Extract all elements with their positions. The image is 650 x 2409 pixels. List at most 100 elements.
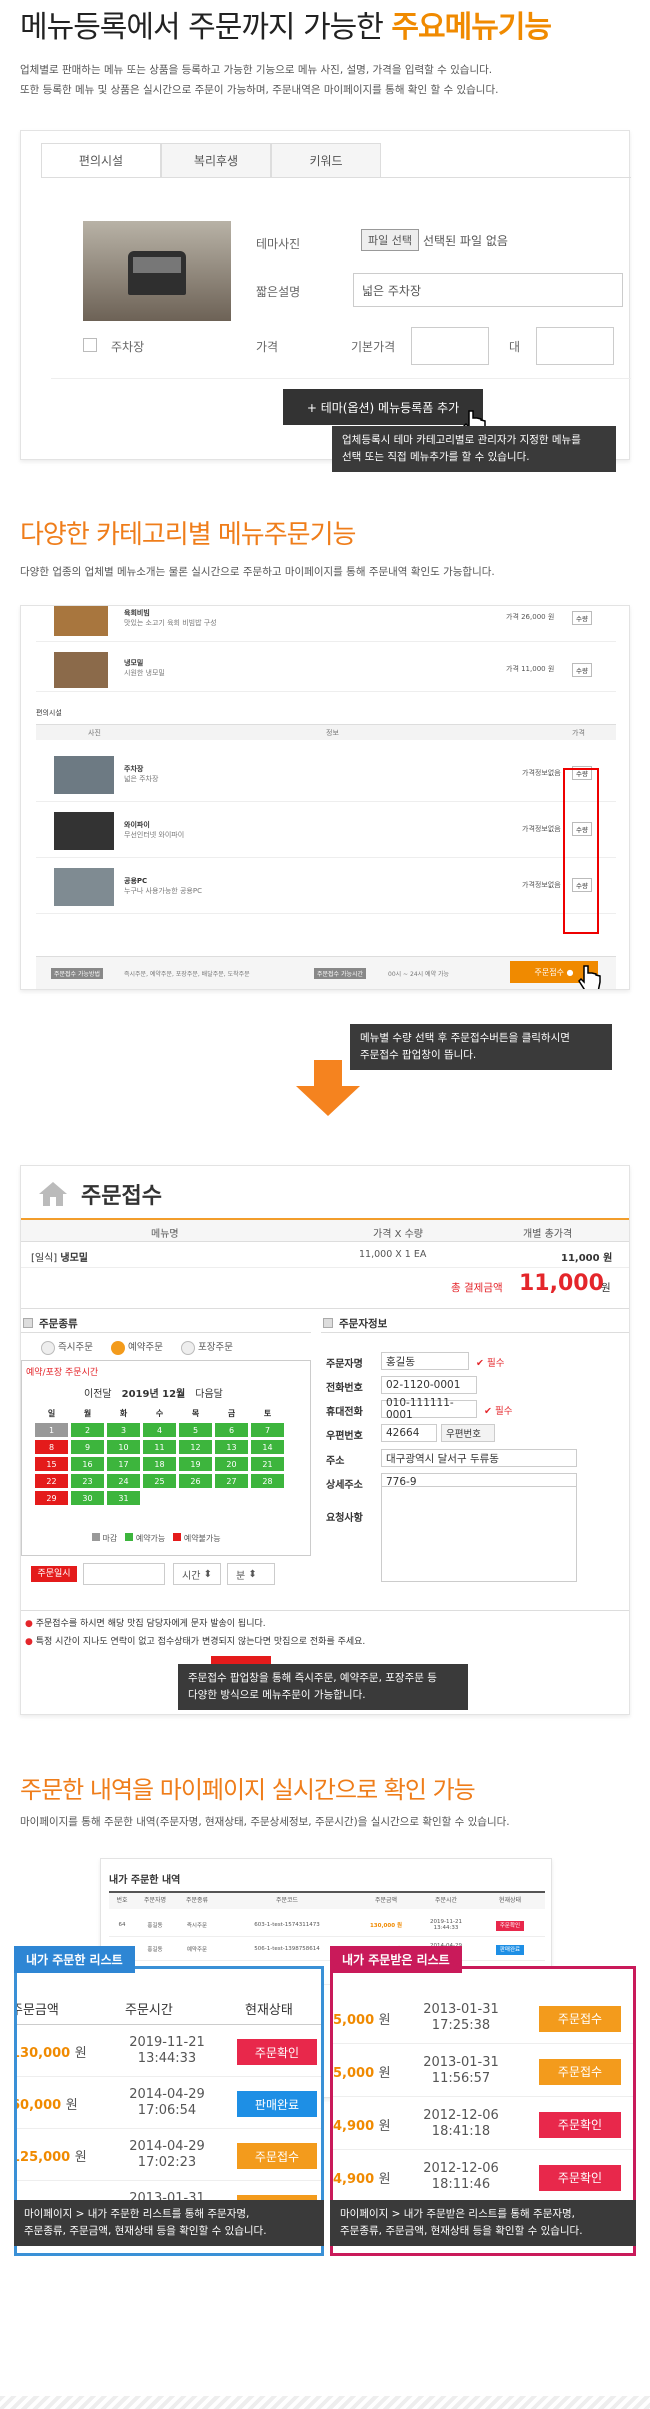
calendar-day[interactable]: 11 — [143, 1440, 176, 1454]
radio-reserve[interactable]: 예약주문 — [111, 1339, 163, 1355]
calendar-day[interactable]: 14 — [251, 1440, 284, 1454]
calendar-day[interactable]: 2 — [71, 1423, 104, 1437]
status-button[interactable]: 주문확인 — [237, 2039, 317, 2065]
weekday-header: 화 — [119, 1408, 128, 1418]
field-input[interactable]: 02-1120-0001 — [381, 1376, 477, 1394]
status-button[interactable]: 주문확인 — [539, 2111, 621, 2138]
down-arrow-icon — [296, 1060, 360, 1116]
calendar-day[interactable]: 5 — [179, 1423, 212, 1437]
calendar-day[interactable]: 24 — [107, 1474, 140, 1488]
calendar-day[interactable]: 1 — [35, 1423, 68, 1437]
list-item: 육회비빔 맛있는 소고기 육회 비빔밥 구성 가격 26,000 원 수량 — [36, 606, 616, 642]
list-item: 냉모밀 시원한 냉모밀 가격 11,000 원 수량 — [36, 646, 616, 692]
section2-tooltip: 메뉴별 수량 선택 후 주문접수버튼을 클릭하시면 주문접수 팝업창이 뜹니다. — [350, 1024, 612, 1070]
calendar-day[interactable]: 16 — [71, 1457, 104, 1471]
tab-welfare[interactable]: 복리후생 — [161, 143, 271, 178]
postcode-button[interactable]: 우편번호 — [441, 1424, 495, 1442]
calendar-day[interactable]: 19 — [179, 1457, 212, 1471]
panel-col-header: 주문시간 — [434, 1897, 458, 1904]
status-button[interactable]: 판매완료 — [237, 2091, 317, 2117]
list-item: 60,000 원 2014-04-29 17:06:54 판매완료 — [17, 2077, 321, 2129]
order-datetime-label: 주문일시 — [31, 1566, 77, 1582]
calendar-day[interactable]: 15 — [35, 1457, 68, 1471]
bottom-divider — [0, 2396, 650, 2409]
section4-desc: 마이페이지를 통해 주문한 내역(주문자명, 현재상태, 주문상세정보, 주문시… — [20, 1816, 510, 1828]
radio-pickup[interactable]: 포장주문 — [181, 1339, 233, 1355]
field-input[interactable]: 42664 — [381, 1424, 437, 1442]
received-order-list-tag: 내가 주문받은 리스트 — [330, 1946, 462, 1973]
calendar-day[interactable]: 4 — [143, 1423, 176, 1437]
calendar-day[interactable]: 12 — [179, 1440, 212, 1454]
status-badge: 주문확인 — [495, 1920, 525, 1931]
radio-immediate[interactable]: 즉시주문 — [41, 1339, 93, 1355]
list-item: 4,900 원 2012-12-06 18:41:18 주문확인 — [333, 2097, 633, 2150]
calendar-day[interactable]: 6 — [215, 1423, 248, 1437]
calendar-day[interactable]: 22 — [35, 1474, 68, 1488]
hour-select[interactable]: 시간 ⬍ — [173, 1563, 221, 1585]
panel-col-header: 주문금액 — [374, 1897, 398, 1904]
date-input[interactable] — [83, 1563, 165, 1585]
add-theme-menu-button[interactable]: + 테마(옵션) 메뉴등록폼 추가 — [283, 389, 483, 425]
status-button[interactable]: 주문접수 — [539, 2005, 621, 2032]
field-input[interactable]: 홍길동 — [381, 1352, 469, 1370]
unit-input[interactable] — [536, 327, 614, 365]
parking-checkbox[interactable] — [83, 338, 97, 352]
panel-col-header: 현재상태 — [498, 1897, 522, 1904]
request-textarea[interactable] — [381, 1486, 577, 1582]
tab-convenience[interactable]: 편의시설 — [41, 143, 161, 178]
field-input[interactable]: 대구광역시 달서구 두류동 — [381, 1449, 577, 1467]
minute-select[interactable]: 분 ⬍ — [227, 1563, 275, 1585]
weekday-header: 수 — [155, 1408, 164, 1418]
calendar-day[interactable]: 26 — [179, 1474, 212, 1488]
calendar-day[interactable]: 17 — [107, 1457, 140, 1471]
base-price-input[interactable] — [411, 327, 489, 365]
total-amount: 11,000 — [519, 1271, 604, 1296]
calendar-day[interactable]: 13 — [215, 1440, 248, 1454]
order-popup: 주문접수 메뉴명 가격 X 수량 개별 총가격 [일식] 냉모밀 11,000 … — [20, 1165, 630, 1715]
status-button[interactable]: 주문확인 — [539, 2164, 621, 2191]
field-input[interactable]: 010-111111-0001 — [381, 1397, 477, 1421]
list-item: 125,000 원 2014-04-29 17:02:23 주문접수 — [17, 2129, 321, 2181]
status-button[interactable]: 주문접수 — [539, 2058, 621, 2085]
order-table-header: 메뉴명 가격 X 수량 개별 총가격 — [21, 1220, 629, 1242]
calendar-day[interactable]: 29 — [35, 1491, 68, 1505]
list-item: 와이파이 무선인터넷 와이파이 가격정보없음 수량 — [36, 802, 616, 858]
section2-desc: 다양한 업종의 업체별 메뉴소개는 물론 실시간으로 주문하고 마이페이지를 통… — [20, 566, 495, 578]
file-select-button[interactable]: 파일 선택 — [361, 229, 419, 251]
status-button[interactable]: 주문접수 — [237, 2143, 317, 2169]
panel-col-header: 주문종류 — [185, 1897, 209, 1904]
calendar-day[interactable]: 28 — [251, 1474, 284, 1488]
short-desc-input[interactable]: 넓은 주차장 — [353, 273, 623, 307]
calendar-day[interactable]: 9 — [71, 1440, 104, 1454]
calendar-day[interactable]: 30 — [71, 1491, 104, 1505]
calendar-day[interactable]: 7 — [251, 1423, 284, 1437]
calendar-prev[interactable]: 이전달 — [84, 1385, 112, 1400]
qty-select[interactable]: 수량 — [572, 663, 592, 677]
calendar-day[interactable]: 20 — [215, 1457, 248, 1471]
calendar-day[interactable]: 18 — [143, 1457, 176, 1471]
calendar-day[interactable]: 25 — [143, 1474, 176, 1488]
orderer-info-title: 주문자정보 — [339, 1318, 388, 1330]
calendar-day[interactable]: 23 — [71, 1474, 104, 1488]
file-input[interactable]: 파일 선택 선택된 파일 없음 — [353, 227, 623, 253]
calendar-day[interactable]: 21 — [251, 1457, 284, 1471]
theme-photo-preview — [83, 221, 231, 321]
order-footer: 주문접수 가능방법 즉시주문, 예약주문, 포장주문, 배달주문, 도착주문 주… — [36, 956, 616, 989]
field-label: 전화번호 — [326, 1383, 363, 1394]
photo-label: 테마사진 — [256, 237, 301, 251]
calendar-next[interactable]: 다음달 — [195, 1385, 223, 1400]
price-label: 가격 — [256, 340, 279, 354]
calendar-day[interactable]: 8 — [35, 1440, 68, 1454]
section1-tooltip: 업체등록시 테마 카테고리별로 관리자가 지정한 메뉴를 선택 또는 직접 메뉴추… — [332, 426, 616, 472]
calendar-day[interactable]: 3 — [107, 1423, 140, 1437]
calendar-day[interactable]: 31 — [107, 1491, 140, 1505]
calendar-day[interactable]: 27 — [215, 1474, 248, 1488]
cursor-hand-icon — [576, 964, 602, 989]
tab-keyword[interactable]: 키워드 — [271, 143, 381, 178]
reservation-calendar: 예약/포장 주문시간 이전달 2019년 12월 다음달 일월화수목금토1234… — [21, 1360, 311, 1556]
section2-title: 다양한 카테고리별 메뉴주문기능 — [20, 520, 356, 550]
field-label: 휴대전화 — [326, 1407, 363, 1418]
qty-select[interactable]: 수량 — [572, 611, 592, 625]
order-type-title: 주문종류 — [39, 1318, 78, 1330]
calendar-day[interactable]: 10 — [107, 1440, 140, 1454]
